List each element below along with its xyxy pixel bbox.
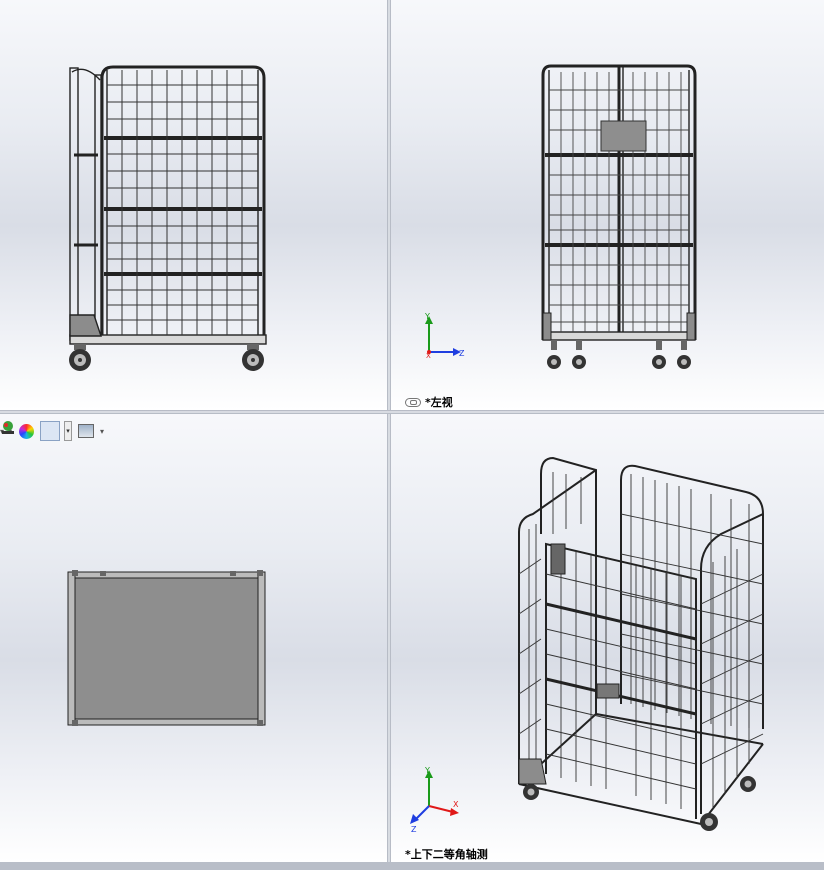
wheels [69, 344, 264, 371]
viewport-splitter-horizontal[interactable] [0, 410, 824, 414]
viewport-left-view[interactable]: Y Z X *左视 [391, 0, 824, 410]
viewport-top[interactable]: ▾ ▾ ▾ ▾ [0, 414, 387, 862]
label-plate [550, 543, 566, 575]
cage-front-drawing [69, 65, 267, 371]
view-name-label: *左视 [405, 394, 453, 410]
viewport-front[interactable] [0, 0, 387, 410]
view-name-label: *上下二等角轴测 [405, 848, 488, 861]
triad-z-label: Z [459, 349, 465, 358]
triad-y-label: Y [424, 312, 430, 321]
svg-text:X: X [453, 800, 459, 809]
link-icon [405, 398, 421, 407]
mesh-grid [518, 472, 764, 809]
viewport-splitter-vertical[interactable] [387, 0, 391, 862]
mesh-grid [107, 70, 258, 335]
coordinate-triad: Y X Z [410, 766, 459, 834]
cage-top-drawing [67, 570, 266, 726]
viewport-isometric[interactable]: Y X Z *上下二等角轴测 [391, 414, 824, 862]
triad-x-label: X [426, 352, 431, 360]
status-strip [0, 862, 824, 870]
label-plate [600, 120, 647, 152]
cage-left-drawing: Y Z X [424, 64, 697, 369]
svg-text:Z: Z [411, 825, 417, 834]
svg-text:Y: Y [424, 766, 430, 775]
cage-isometric-drawing: Y X Z [410, 456, 764, 834]
coordinate-triad: Y Z X [424, 312, 465, 360]
wheels [547, 340, 691, 369]
wheels [523, 776, 756, 831]
